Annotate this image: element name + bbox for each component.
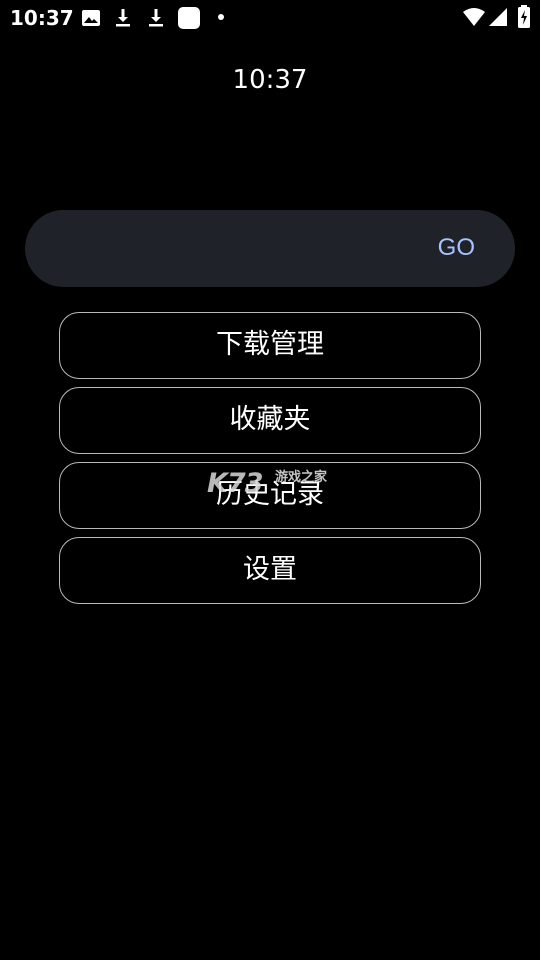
watermark-text: 游戏之家 xyxy=(275,470,328,485)
wifi-icon xyxy=(463,8,485,26)
download-manager-button[interactable]: 下载管理 xyxy=(59,312,481,379)
download-icon xyxy=(149,9,163,27)
clock-display: 10:37 xyxy=(232,65,308,95)
watermark: K73 游戏之家 xyxy=(207,464,337,499)
image-icon xyxy=(82,10,100,26)
status-bar: 10:37 xyxy=(0,0,540,36)
settings-button[interactable]: 设置 xyxy=(59,537,481,604)
dot-icon xyxy=(218,14,224,20)
app-square-icon xyxy=(178,7,200,29)
favorites-button[interactable]: 收藏夹 xyxy=(59,387,481,454)
watermark-logo: K73 xyxy=(207,468,263,499)
main-menu: 下载管理 收藏夹 历史记录 设置 xyxy=(59,312,481,612)
cell-signal-icon xyxy=(489,8,507,26)
search-input[interactable] xyxy=(55,228,429,270)
download-icon xyxy=(116,9,130,27)
battery-charging-icon xyxy=(518,5,530,28)
status-time: 10:37 xyxy=(10,6,74,30)
search-bar[interactable]: GO xyxy=(25,210,515,287)
go-button[interactable]: GO xyxy=(438,231,475,265)
